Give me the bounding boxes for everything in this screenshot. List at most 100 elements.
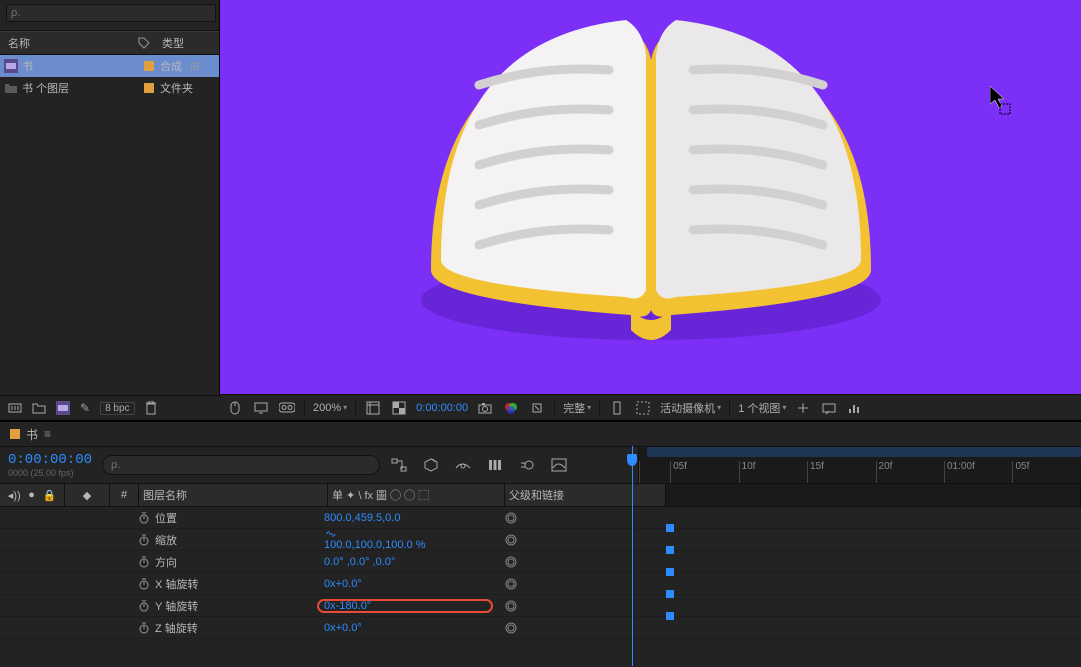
tag-icon xyxy=(138,37,158,49)
keyframe-marker[interactable] xyxy=(666,590,674,598)
vr-icon[interactable] xyxy=(278,399,296,417)
property-label: Z 轴旋转 xyxy=(155,620,198,636)
timeline-ruler-area[interactable]: 05f 10f 15f 20f 01:00f 05f xyxy=(638,447,1081,483)
property-name: Z 轴旋转 xyxy=(114,620,318,636)
property-rows: 位置800.0,459.5,0.0缩放100.0,100.0,100.0 %方向… xyxy=(0,507,1081,639)
property-row[interactable]: 位置800.0,459.5,0.0 xyxy=(0,507,1081,529)
switches-header: 单 ✦ \ fx 圖 ◯ ◯ ⬚ xyxy=(328,484,505,506)
new-comp-icon[interactable] xyxy=(56,401,70,415)
camera-dropdown[interactable]: 活动摄像机▾ xyxy=(660,400,721,416)
column-name-header[interactable]: 名称 xyxy=(0,35,138,51)
book-graphic xyxy=(371,0,931,370)
channels-icon[interactable] xyxy=(502,399,520,417)
motion-blur-icon[interactable] xyxy=(518,456,536,474)
keyframe-marker[interactable] xyxy=(666,612,674,620)
timeline-panel: 书 ≡ 0:00:00:00 0000 (25.00 fps) xyxy=(0,420,1081,667)
brush-icon[interactable]: ✎ xyxy=(80,401,90,415)
property-row[interactable]: 缩放 100.0,100.0,100.0 % xyxy=(0,529,1081,551)
property-value[interactable]: 800.0,459.5,0.0 xyxy=(318,512,492,524)
framerate-label: 0000 (25.00 fps) xyxy=(8,468,92,478)
fast-preview-icon[interactable] xyxy=(608,399,626,417)
comp-icon xyxy=(4,59,18,73)
property-label: 方向 xyxy=(155,554,177,570)
pixel-aspect-icon[interactable] xyxy=(820,399,838,417)
shy-icon[interactable] xyxy=(454,456,472,474)
interpret-icon[interactable] xyxy=(8,401,22,415)
playhead[interactable] xyxy=(632,446,633,666)
monitor-icon[interactable] xyxy=(252,399,270,417)
keyframe-marker[interactable] xyxy=(666,546,674,554)
trash-icon[interactable] xyxy=(145,401,157,415)
property-label: Y 轴旋转 xyxy=(155,598,198,614)
timeline-search-input[interactable] xyxy=(102,455,380,475)
project-footer: ✎ 8 bpc xyxy=(0,395,235,420)
zoom-dropdown[interactable]: 200%▾ xyxy=(313,402,347,414)
project-item-name: 书 个图层 xyxy=(22,80,140,96)
color-label xyxy=(144,61,154,71)
track-header xyxy=(666,484,1081,506)
tree-icon: ⊞ xyxy=(190,60,199,73)
index-header: # xyxy=(110,484,139,506)
project-item-name: 书 xyxy=(22,58,140,74)
parent-header[interactable]: 父级和链接 xyxy=(505,484,666,506)
stopwatch-icon[interactable] xyxy=(138,556,150,568)
stopwatch-icon[interactable] xyxy=(138,534,150,546)
property-label: 缩放 xyxy=(155,532,177,548)
stopwatch-icon[interactable] xyxy=(138,578,150,590)
timeline-tab[interactable]: 书 ≡ xyxy=(0,422,1081,447)
project-item-type: 文件夹 xyxy=(160,80,193,96)
project-item-type: 合成 xyxy=(160,58,182,74)
footer-time[interactable]: 0:00:00:00 xyxy=(416,402,468,414)
project-search-input[interactable] xyxy=(6,4,216,22)
label-header: ◆ xyxy=(65,484,110,506)
viewport[interactable] xyxy=(220,0,1081,394)
property-label: X 轴旋转 xyxy=(155,576,198,592)
snapshot-icon[interactable] xyxy=(476,399,494,417)
frame-blend-icon[interactable] xyxy=(486,456,504,474)
cursor-icon xyxy=(990,86,1014,116)
property-row[interactable]: 方向 0.0° ,0.0° ,0.0° xyxy=(0,551,1081,573)
stopwatch-icon[interactable] xyxy=(138,622,150,634)
quality-dropdown[interactable]: 完整▾ xyxy=(563,400,591,416)
stopwatch-icon[interactable] xyxy=(138,600,150,612)
eye-icon: ● xyxy=(28,489,35,501)
exposure-icon[interactable] xyxy=(528,399,546,417)
column-type-header[interactable]: 类型 xyxy=(158,35,184,51)
time-ruler[interactable]: 05f 10f 15f 20f 01:00f 05f xyxy=(639,461,1081,483)
color-label xyxy=(144,83,154,93)
property-row[interactable]: Z 轴旋转 0x+0.0° xyxy=(0,617,1081,639)
view-options-icon[interactable] xyxy=(794,399,812,417)
mouse-icon[interactable] xyxy=(226,399,244,417)
folder-icon[interactable] xyxy=(32,401,46,415)
transparency-icon[interactable] xyxy=(390,399,408,417)
property-name: 位置 xyxy=(114,510,318,526)
property-value[interactable]: 0x+0.0° xyxy=(318,622,492,634)
comp-mini-flowchart-icon[interactable] xyxy=(390,456,408,474)
keyframe-marker[interactable] xyxy=(666,524,674,532)
draft3d-icon[interactable] xyxy=(422,456,440,474)
keyframe-marker[interactable] xyxy=(666,568,674,576)
graph-editor-icon[interactable] xyxy=(550,456,568,474)
comp-tab-label: 书 xyxy=(26,426,38,443)
project-item-comp[interactable]: 书 合成 ⊞ xyxy=(0,55,219,77)
roi-icon[interactable] xyxy=(364,399,382,417)
property-name: X 轴旋转 xyxy=(114,576,318,592)
property-value[interactable]: 100.0,100.0,100.0 % xyxy=(318,529,492,551)
property-value[interactable]: 0.0° ,0.0° ,0.0° xyxy=(318,556,492,568)
av-toggles-header: ◂)) ● 🔒 xyxy=(0,484,65,506)
project-panel: 名称 类型 书 合成 ⊞ 书 个图层 文件夹 ✎ 8 bpc xyxy=(0,0,220,420)
stats-icon[interactable] xyxy=(846,399,864,417)
tab-menu-icon[interactable]: ≡ xyxy=(44,427,51,441)
property-row[interactable]: X 轴旋转 0x+0.0° xyxy=(0,573,1081,595)
property-value[interactable]: 0x-180.0° xyxy=(318,600,492,612)
property-row[interactable]: Y 轴旋转 0x-180.0° xyxy=(0,595,1081,617)
bpc-button[interactable]: 8 bpc xyxy=(100,402,134,415)
current-timecode[interactable]: 0:00:00:00 xyxy=(8,452,92,468)
property-value[interactable]: 0x+0.0° xyxy=(318,578,492,590)
layer-name-header[interactable]: 图层名称 xyxy=(139,484,328,506)
project-item-folder[interactable]: 书 个图层 文件夹 xyxy=(0,77,219,99)
views-dropdown[interactable]: 1 个视图▾ xyxy=(738,400,786,416)
project-header: 名称 类型 xyxy=(0,31,219,55)
guides-icon[interactable] xyxy=(634,399,652,417)
stopwatch-icon[interactable] xyxy=(138,512,150,524)
